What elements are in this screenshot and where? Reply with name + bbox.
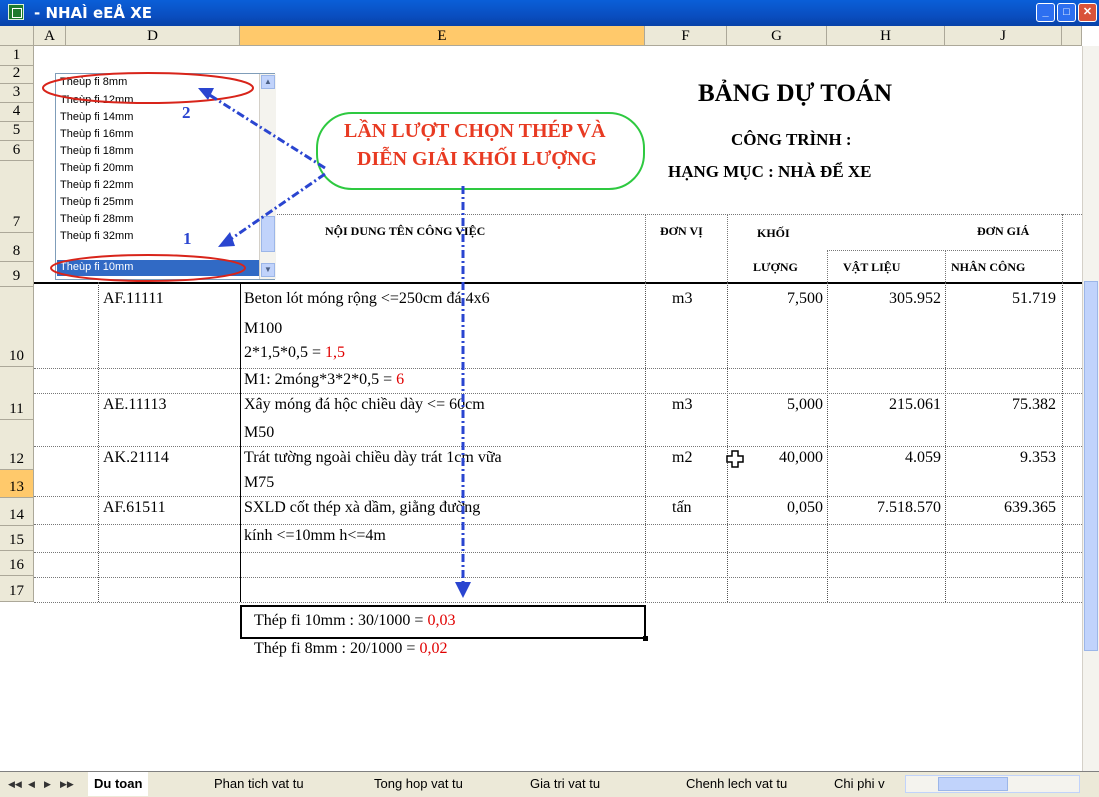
- title-bar: - NHAÌ eEÅ XE _ □ ✕: [0, 0, 1099, 26]
- tab-chi-phi[interactable]: Chi phi v: [834, 772, 885, 796]
- sheet-tab-bar: ◀◀ ◀ ▶ ▶▶ Du toan Phan tich vat tu Tong …: [0, 771, 1099, 797]
- arrow-line-to-8mm: [207, 92, 326, 170]
- marker-number-1: 1: [183, 229, 192, 248]
- highlight-ellipse-8mm: [42, 72, 254, 104]
- minimize-button[interactable]: _: [1036, 3, 1055, 22]
- vertical-scroll-thumb[interactable]: [1084, 281, 1098, 651]
- last-sheet-icon[interactable]: ▶▶: [60, 779, 74, 790]
- prev-sheet-icon[interactable]: ◀: [28, 779, 35, 790]
- tab-tong-hop-vat-tu[interactable]: Tong hop vat tu: [374, 772, 463, 796]
- close-button[interactable]: ✕: [1078, 3, 1097, 22]
- annotation-overlay: 2 1: [42, 72, 471, 598]
- tab-chenh-lech-vat-tu[interactable]: Chenh lech vat tu: [686, 772, 787, 796]
- arrow-line-to-10mm: [227, 172, 326, 243]
- arrowhead-icon: [218, 232, 235, 247]
- tab-du-toan[interactable]: Du toan: [88, 772, 149, 796]
- window-title: - NHAÌ eEÅ XE: [34, 4, 153, 22]
- highlight-ellipse-10mm: [50, 254, 246, 282]
- sheet-vertical-scrollbar[interactable]: [1082, 46, 1099, 771]
- tab-phan-tich-vat-tu[interactable]: Phan tich vat tu: [214, 772, 304, 796]
- arrowhead-icon: [455, 582, 471, 598]
- marker-number-2: 2: [182, 103, 191, 122]
- sheet-horizontal-scrollbar[interactable]: [905, 775, 1080, 793]
- tab-gia-tri-vat-tu[interactable]: Gia tri vat tu: [530, 772, 600, 796]
- worksheet[interactable]: A D E F G H J 1 2 3 4 5 6 7 8 9 10 11 12…: [0, 26, 1099, 771]
- maximize-button[interactable]: □: [1057, 3, 1076, 22]
- next-sheet-icon[interactable]: ▶: [44, 779, 51, 790]
- horizontal-scroll-thumb[interactable]: [938, 777, 1008, 791]
- first-sheet-icon[interactable]: ◀◀: [8, 779, 22, 790]
- arrowhead-icon: [198, 88, 214, 100]
- excel-app-icon[interactable]: [8, 4, 24, 20]
